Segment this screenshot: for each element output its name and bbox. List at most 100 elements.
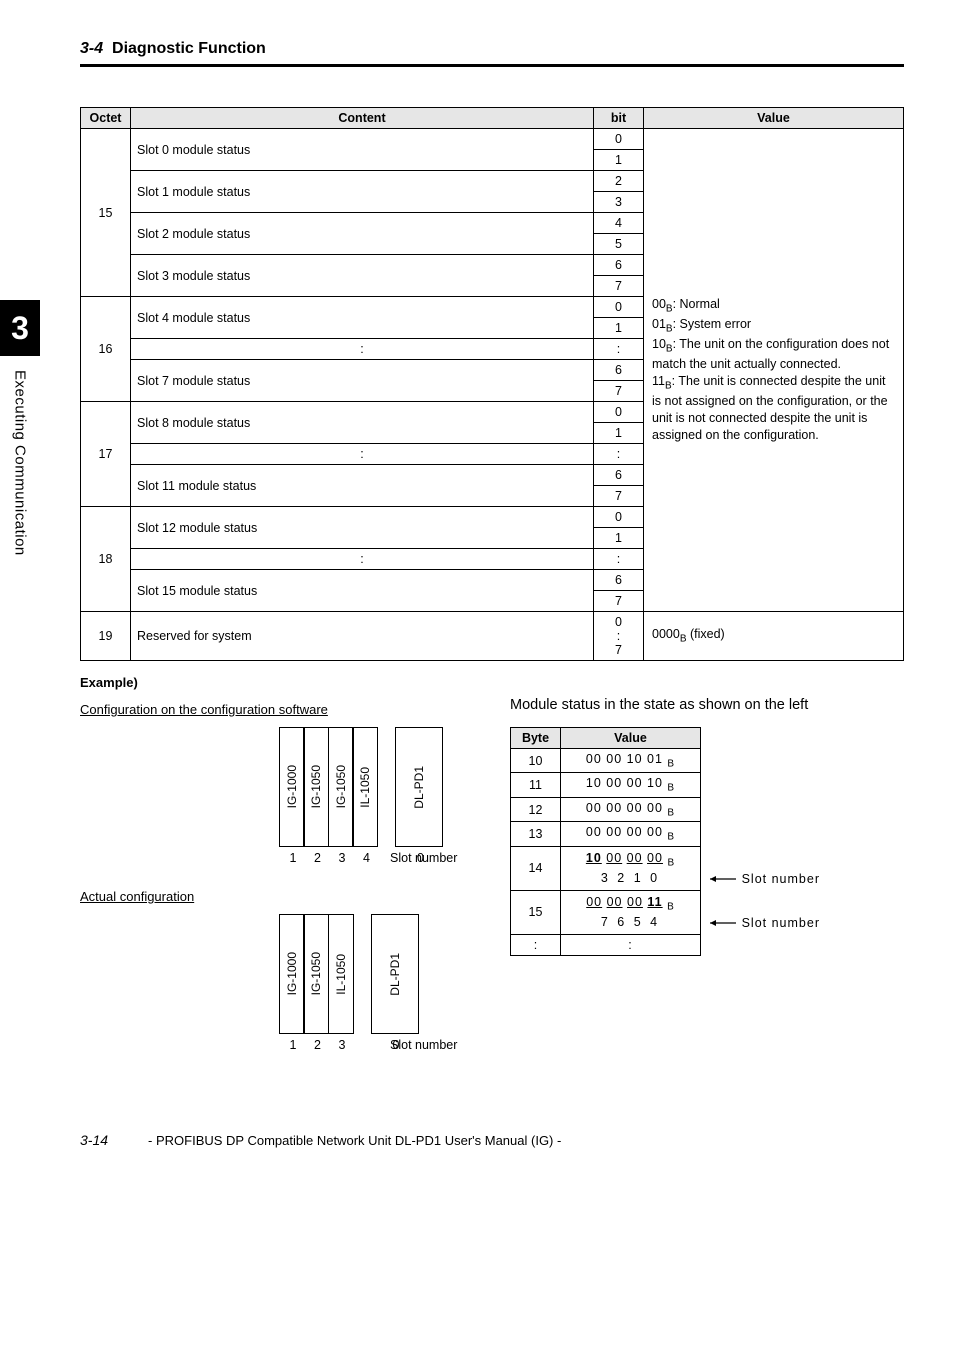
bit-cell: 0	[594, 129, 644, 150]
bit-cell: 7	[594, 381, 644, 402]
bit-cell: 1	[594, 528, 644, 549]
slot-number	[354, 1038, 374, 1052]
bit-cell: 3	[594, 192, 644, 213]
bit-cell: 0	[594, 402, 644, 423]
chapter-tab: 3 Executing Communication	[0, 300, 40, 556]
content-cell: Slot 4 module status	[131, 297, 594, 339]
byte-cell: :	[511, 934, 561, 955]
bit-cell: :	[594, 444, 644, 465]
cfg2-slot-label: Slot number	[390, 1038, 457, 1052]
value-description: 00B: Normal01B: System error10B: The uni…	[644, 129, 904, 612]
value-cell: 0000B (fixed)	[644, 612, 904, 661]
module-label: IG-1000	[285, 765, 299, 808]
module-label: IG-1050	[309, 765, 323, 808]
value-cell: 00 00 10 01 B	[561, 748, 701, 773]
content-cell: Slot 15 module status	[131, 570, 594, 612]
slot-number-pointer: Slot number	[708, 871, 820, 888]
bit-cell: 0	[594, 507, 644, 528]
slot-number: 4	[354, 851, 380, 865]
module-block: IG-1050	[303, 914, 329, 1034]
slot-number: 2	[305, 1038, 331, 1052]
module-block: DL-PD1	[371, 914, 419, 1034]
content-cell: :	[131, 444, 594, 465]
module-label: DL-PD1	[412, 766, 426, 809]
content-cell: Slot 3 module status	[131, 255, 594, 297]
content-cell: :	[131, 339, 594, 360]
diagnostic-table: Octet Content bit Value 15Slot 0 module …	[80, 107, 904, 661]
chapter-number: 3	[0, 300, 40, 356]
content-cell: :	[131, 549, 594, 570]
octet-cell: 16	[81, 297, 131, 402]
byte-cell: 14	[511, 846, 561, 890]
bit-cell: 7	[594, 276, 644, 297]
bit-cell: 4	[594, 213, 644, 234]
bit-cell: 6	[594, 465, 644, 486]
bit-cell: 7	[594, 486, 644, 507]
bit-cell: 1	[594, 423, 644, 444]
octet-cell: 18	[81, 507, 131, 612]
module-block: IL-1050	[328, 914, 354, 1034]
content-cell: Slot 0 module status	[131, 129, 594, 171]
configuration-software-diagram: Configuration on the configuration softw…	[80, 702, 480, 865]
col-value: Value	[644, 108, 904, 129]
module-status-table: Byte Value 1000 00 10 01 B1110 00 00 10 …	[510, 727, 701, 956]
value-cell: :	[561, 934, 701, 955]
chapter-label: Executing Communication	[12, 370, 29, 556]
small-col-byte: Byte	[511, 727, 561, 748]
value-cell: 10 00 00 00 B 3 2 1 0Slot number	[561, 846, 701, 890]
page-footer: 3-14 - PROFIBUS DP Compatible Network Un…	[80, 1132, 904, 1148]
byte-cell: 12	[511, 797, 561, 822]
actual-configuration-diagram: Actual configuration IG-1000 IG-1050 IL-10…	[80, 889, 480, 1052]
bit-cell: :	[594, 549, 644, 570]
module-label: IG-1050	[334, 765, 348, 808]
module-block: IG-1050	[303, 727, 329, 847]
octet-cell: 15	[81, 129, 131, 297]
example-label: Example)	[80, 675, 904, 690]
byte-cell: 11	[511, 773, 561, 798]
content-cell: Slot 11 module status	[131, 465, 594, 507]
bit-cell: 0	[594, 297, 644, 318]
content-cell: Slot 12 module status	[131, 507, 594, 549]
module-block: DL-PD1	[395, 727, 443, 847]
content-cell: Slot 7 module status	[131, 360, 594, 402]
value-cell: 00 00 00 00 B	[561, 822, 701, 847]
module-label: IL-1050	[334, 954, 348, 995]
col-content: Content	[131, 108, 594, 129]
module-label: IL-1050	[358, 767, 372, 808]
bit-cell: 0:7	[594, 612, 644, 661]
content-cell: Slot 1 module status	[131, 171, 594, 213]
slot-number: 3	[329, 1038, 355, 1052]
bit-cell: 6	[594, 360, 644, 381]
slot-number: 2	[305, 851, 331, 865]
bit-cell: 7	[594, 591, 644, 612]
value-cell: 10 00 00 10 B	[561, 773, 701, 798]
col-octet: Octet	[81, 108, 131, 129]
footer-text: - PROFIBUS DP Compatible Network Unit DL…	[148, 1133, 561, 1148]
module-block	[377, 767, 397, 807]
page-number: 3-14	[80, 1132, 108, 1148]
cfg1-title: Configuration on the configuration softw…	[80, 702, 328, 717]
bit-cell: 2	[594, 171, 644, 192]
module-block	[352, 954, 372, 994]
section-heading: 3-4 Diagnostic Function	[80, 40, 904, 58]
content-cell: Reserved for system	[131, 612, 594, 661]
bit-cell: :	[594, 339, 644, 360]
heading-rule	[80, 64, 904, 67]
module-block: IG-1000	[279, 914, 305, 1034]
module-label: IG-1050	[309, 952, 323, 995]
module-status-heading: Module status in the state as shown on t…	[510, 696, 904, 715]
cfg2-title: Actual configuration	[80, 889, 194, 904]
octet-cell: 19	[81, 612, 131, 661]
content-cell: Slot 2 module status	[131, 213, 594, 255]
bit-cell: 5	[594, 234, 644, 255]
module-label: IG-1000	[285, 952, 299, 995]
byte-cell: 10	[511, 748, 561, 773]
slot-number: 3	[329, 851, 355, 865]
small-col-value: Value	[561, 727, 701, 748]
bit-cell: 1	[594, 318, 644, 339]
slot-number: 1	[280, 851, 306, 865]
section-number: 3-4	[80, 40, 103, 57]
module-block: IL-1050	[352, 727, 378, 847]
module-block: IG-1050	[328, 727, 354, 847]
bit-cell: 6	[594, 570, 644, 591]
